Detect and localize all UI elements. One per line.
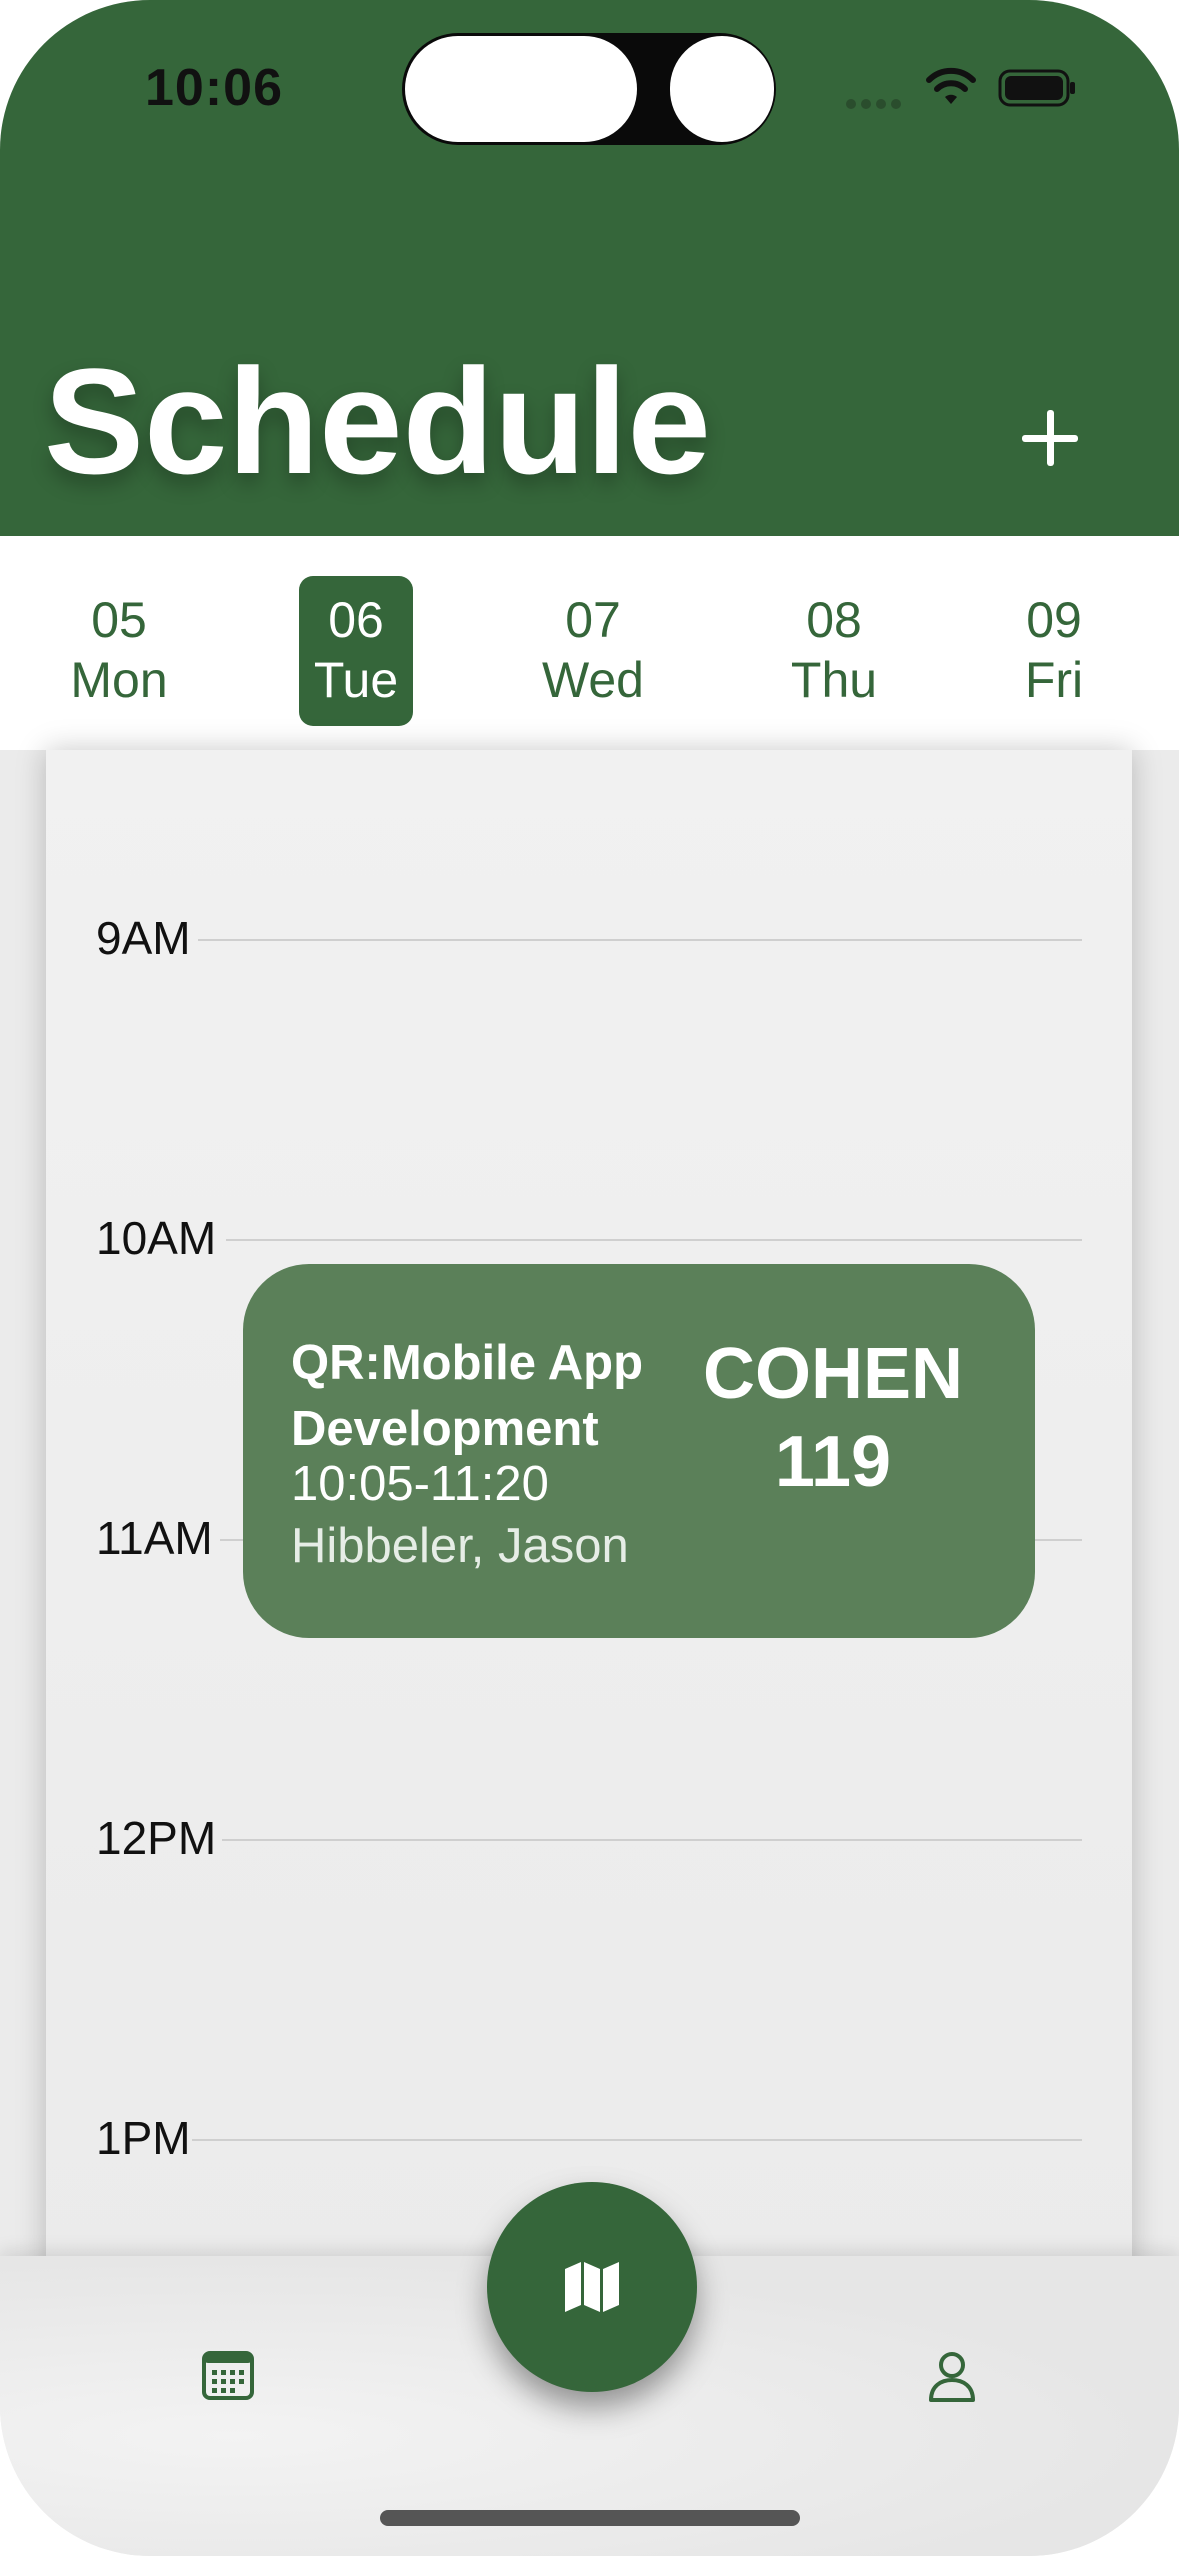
header: 10:06 Schedule <box>0 0 1179 536</box>
hour-divider <box>226 1239 1082 1241</box>
hour-divider <box>222 1839 1082 1841</box>
calendar-icon[interactable] <box>202 2350 254 2400</box>
event-card[interactable]: QR:Mobile App Development 10:05-11:20 Hi… <box>243 1264 1035 1638</box>
day-name: Mon <box>70 652 168 708</box>
day-fri[interactable]: 09 Fri <box>994 576 1114 726</box>
event-room: COHEN 119 <box>702 1334 963 1502</box>
event-instructor: Hibbeler, Jason <box>291 1519 629 1573</box>
day-number: 09 <box>1026 592 1082 648</box>
day-tue[interactable]: 06 Tue <box>299 576 413 726</box>
hour-label: 11AM <box>96 1512 213 1564</box>
cellular-signal-icon <box>846 96 906 114</box>
hour-divider <box>198 939 1082 941</box>
map-icon <box>565 2262 619 2312</box>
hour-label: 12PM <box>96 1812 217 1864</box>
day-number: 06 <box>328 592 384 648</box>
hour-label: 1PM <box>96 2112 191 2164</box>
day-name: Thu <box>790 652 878 708</box>
event-title: QR:Mobile App Development <box>291 1336 644 1456</box>
hour-divider <box>192 2139 1082 2141</box>
wifi-icon <box>926 67 976 104</box>
day-name: Fri <box>1024 652 1084 708</box>
home-indicator <box>380 2510 800 2526</box>
hour-label: 10AM <box>96 1212 217 1264</box>
dynamic-island-pill <box>405 36 637 142</box>
page-title: Schedule <box>44 337 711 505</box>
person-icon[interactable] <box>927 2350 977 2404</box>
app-screen: 10:06 Schedule 05 Mon 06 Tue 07 Wed 08 T… <box>0 0 1179 2556</box>
day-selector: 05 Mon 06 Tue 07 Wed 08 Thu 09 Fri <box>0 536 1179 750</box>
add-button[interactable] <box>1010 398 1090 478</box>
day-name: Wed <box>542 652 644 708</box>
battery-icon <box>998 69 1075 107</box>
day-number: 08 <box>806 592 862 648</box>
dynamic-island-dot <box>670 36 774 142</box>
day-number: 05 <box>91 592 147 648</box>
day-mon[interactable]: 05 Mon <box>59 576 179 726</box>
status-time: 10:06 <box>145 59 283 117</box>
day-wed[interactable]: 07 Wed <box>533 576 653 726</box>
event-time: 10:05-11:20 <box>291 1457 549 1511</box>
hour-label: 9AM <box>96 912 191 964</box>
day-name: Tue <box>313 652 399 708</box>
day-thu[interactable]: 08 Thu <box>774 576 894 726</box>
map-button[interactable] <box>487 2182 697 2392</box>
day-number: 07 <box>565 592 621 648</box>
plus-icon <box>1022 410 1078 466</box>
